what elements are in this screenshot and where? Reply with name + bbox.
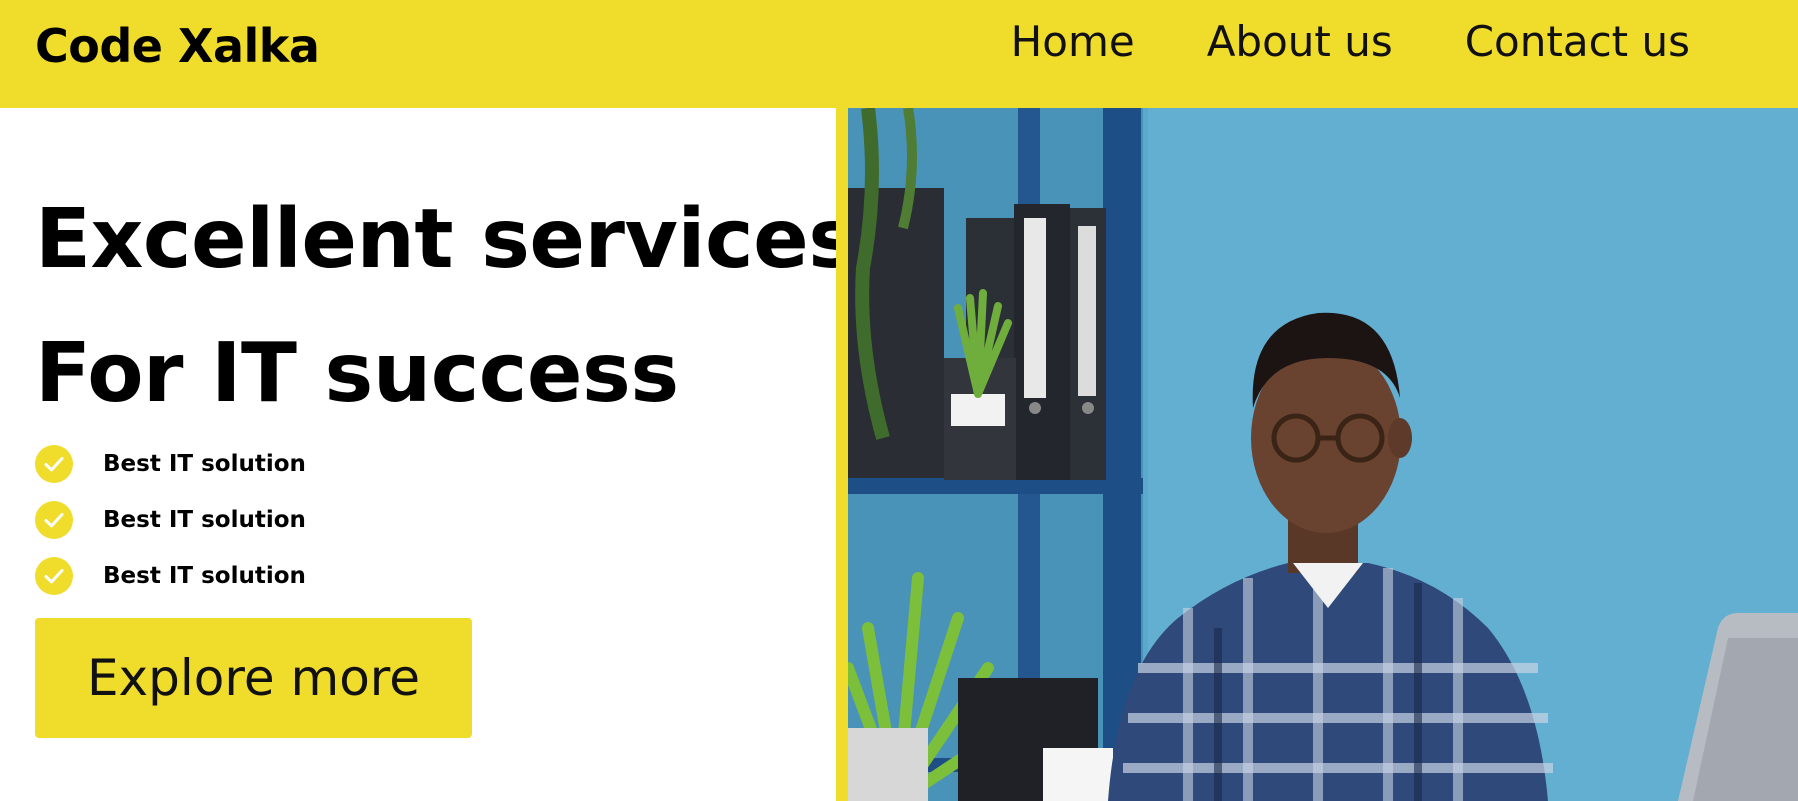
feature-label: Best IT solution: [103, 451, 306, 477]
nav-menu: Home About us Contact us: [1011, 16, 1690, 68]
hero-content: Excellent services For IT success Best I…: [0, 108, 857, 801]
check-circle-icon: [35, 501, 73, 539]
feature-item: Best IT solution: [35, 436, 306, 492]
feature-list: Best IT solution Best IT solution Best I…: [35, 436, 306, 604]
hero-office-photo: [848, 108, 1798, 801]
office-photo-illustration: [848, 108, 1798, 801]
top-navbar: Code Xalka Home About us Contact us: [0, 0, 1798, 108]
check-circle-icon: [35, 445, 73, 483]
feature-item: Best IT solution: [35, 548, 306, 604]
feature-item: Best IT solution: [35, 492, 306, 548]
hero-divider: [836, 108, 848, 801]
nav-about-link[interactable]: About us: [1207, 16, 1393, 68]
check-circle-icon: [35, 557, 73, 595]
hero-headline-line2: For IT success: [35, 326, 679, 421]
feature-label: Best IT solution: [103, 507, 306, 533]
nav-home-link[interactable]: Home: [1011, 16, 1135, 68]
explore-more-button[interactable]: Explore more: [35, 618, 472, 738]
nav-contact-link[interactable]: Contact us: [1465, 16, 1690, 68]
brand-logo[interactable]: Code Xalka: [35, 18, 320, 74]
feature-label: Best IT solution: [103, 563, 306, 589]
hero-headline-line1: Excellent services: [35, 192, 857, 287]
